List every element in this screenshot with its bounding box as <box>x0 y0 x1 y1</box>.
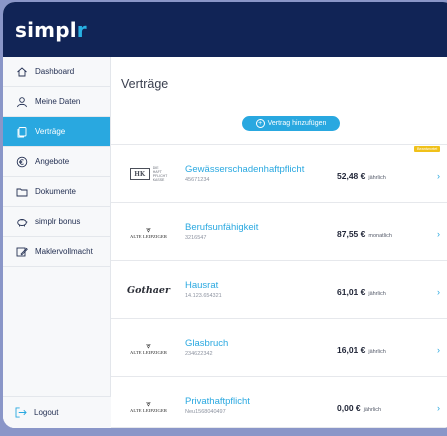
contract-number: 45671234 <box>185 177 210 183</box>
sidebar-item-vertraege[interactable]: Verträge <box>3 117 110 147</box>
sidebar-item-label: Dashboard <box>35 67 75 76</box>
contract-amount: 0,00 € jährlich <box>337 403 381 413</box>
hk-logo-box: HK <box>129 168 150 180</box>
contract-number: 234622342 <box>185 351 213 357</box>
insurer-name: ALTE LEIPZIGER <box>129 408 168 413</box>
sidebar-item-maklervollmacht[interactable]: Maklervollmacht <box>3 237 110 267</box>
logout-icon <box>15 407 28 418</box>
hk-logo-line: KASSE <box>152 178 165 182</box>
logout-button[interactable]: Logout <box>3 396 111 428</box>
amount-value: 87,55 € <box>337 229 366 239</box>
insurer-logo-alte-leipziger: ⩔ ALTE LEIPZIGER <box>121 391 176 421</box>
contract-row[interactable]: Gothaer Hausrat 14.123.654321 61,01 € jäh… <box>111 260 447 318</box>
alte-leipziger-mark-icon: ⩔ <box>146 341 151 350</box>
logo-accent-text: r <box>76 17 87 42</box>
page-title: Verträge <box>121 77 169 91</box>
contract-row[interactable]: ⩔ ALTE LEIPZIGER Glasbruch 234622342 16,… <box>111 318 447 376</box>
insurer-name: Gothaer <box>127 284 170 296</box>
contract-name: Glasbruch <box>185 338 229 349</box>
status-badge: Beantwortet <box>414 146 441 152</box>
contract-row[interactable]: Beantwortet HK DIE HAFT PFLICHT KASSE Ge… <box>111 144 447 202</box>
contract-row[interactable]: ⩔ ALTE LEIPZIGER Privathaftpflicht Neu15… <box>111 376 447 428</box>
insurer-logo-alte-leipziger: ⩔ ALTE LEIPZIGER <box>121 333 176 363</box>
user-icon <box>15 95 29 109</box>
contract-number: Neu1568040497 <box>185 409 226 415</box>
payment-period: jährlich <box>368 291 386 297</box>
alte-leipziger-mark-icon: ⩔ <box>146 225 151 234</box>
chevron-right-icon[interactable]: › <box>437 287 440 297</box>
signature-icon <box>15 245 29 259</box>
insurer-logo-gothaer: Gothaer <box>121 275 176 305</box>
sidebar-item-label: simplr bonus <box>35 217 81 226</box>
contract-name: Hausrat <box>185 280 219 291</box>
sidebar-item-dashboard[interactable]: Dashboard <box>3 57 110 87</box>
amount-value: 61,01 € <box>337 287 366 297</box>
sidebar-item-simplr-bonus[interactable]: simplr bonus <box>3 207 110 237</box>
payment-period: jährlich <box>368 175 386 181</box>
chevron-right-icon[interactable]: › <box>437 171 440 181</box>
contract-amount: 52,48 € jährlich <box>337 171 386 181</box>
chevron-right-icon[interactable]: › <box>437 403 440 413</box>
amount-value: 16,01 € <box>337 345 366 355</box>
sidebar-item-meine-daten[interactable]: Meine Daten <box>3 87 110 117</box>
piggy-bank-icon <box>15 215 29 229</box>
home-icon <box>15 65 29 79</box>
contract-number: 14.123.654321 <box>185 293 222 299</box>
insurer-logo-hk: HK DIE HAFT PFLICHT KASSE <box>121 159 176 189</box>
sidebar-item-label: Meine Daten <box>35 97 81 106</box>
simplr-logo[interactable]: simplr <box>15 18 87 42</box>
add-contract-button[interactable]: + Vertrag hinzufügen <box>242 116 340 131</box>
contract-amount: 61,01 € jährlich <box>337 287 386 297</box>
payment-period: jährlich <box>368 349 386 355</box>
contract-row[interactable]: ⩔ ALTE LEIPZIGER Berufsunfähigkeit 32165… <box>111 202 447 260</box>
euro-icon <box>15 155 29 169</box>
top-bar: simplr <box>3 2 447 57</box>
folder-icon <box>15 185 29 199</box>
sidebar-item-label: Angebote <box>35 157 70 166</box>
insurer-logo-alte-leipziger: ⩔ ALTE LEIPZIGER <box>121 217 176 247</box>
app-window: simplr Dashboard Meine Daten Verträge An… <box>3 2 447 428</box>
contract-amount: 87,55 € monatlich <box>337 229 392 239</box>
add-contract-label: Vertrag hinzufügen <box>267 120 327 127</box>
contract-amount: 16,01 € jährlich <box>337 345 386 355</box>
contract-name: Privathaftpflicht <box>185 396 250 407</box>
contract-number: 3216547 <box>185 235 207 241</box>
logo-text: simpl <box>15 17 77 42</box>
sidebar-item-dokumente[interactable]: Dokumente <box>3 177 110 207</box>
chevron-right-icon[interactable]: › <box>437 345 440 355</box>
chevron-right-icon[interactable]: › <box>437 229 440 239</box>
amount-value: 52,48 € <box>337 171 366 181</box>
sidebar: Dashboard Meine Daten Verträge Angebote … <box>3 57 111 428</box>
plus-icon: + <box>255 119 265 128</box>
contract-name: Gewässerschadenhaftpflicht <box>185 164 305 175</box>
payment-period: monatlich <box>368 233 392 239</box>
sidebar-item-label: Dokumente <box>35 187 76 196</box>
payment-period: jährlich <box>363 407 382 413</box>
sidebar-item-label: Maklervollmacht <box>35 247 93 256</box>
alte-leipziger-mark-icon: ⩔ <box>146 399 151 408</box>
insurer-name: ALTE LEIPZIGER <box>129 234 168 239</box>
documents-icon <box>15 125 29 139</box>
main-content: Verträge + Vertrag hinzufügen Beantworte… <box>111 57 447 428</box>
sidebar-item-angebote[interactable]: Angebote <box>3 147 110 177</box>
insurer-name: ALTE LEIPZIGER <box>129 350 168 355</box>
logout-label: Logout <box>34 408 59 417</box>
contract-name: Berufsunfähigkeit <box>185 222 259 233</box>
amount-value: 0,00 € <box>337 403 361 413</box>
sidebar-item-label: Verträge <box>35 127 66 136</box>
